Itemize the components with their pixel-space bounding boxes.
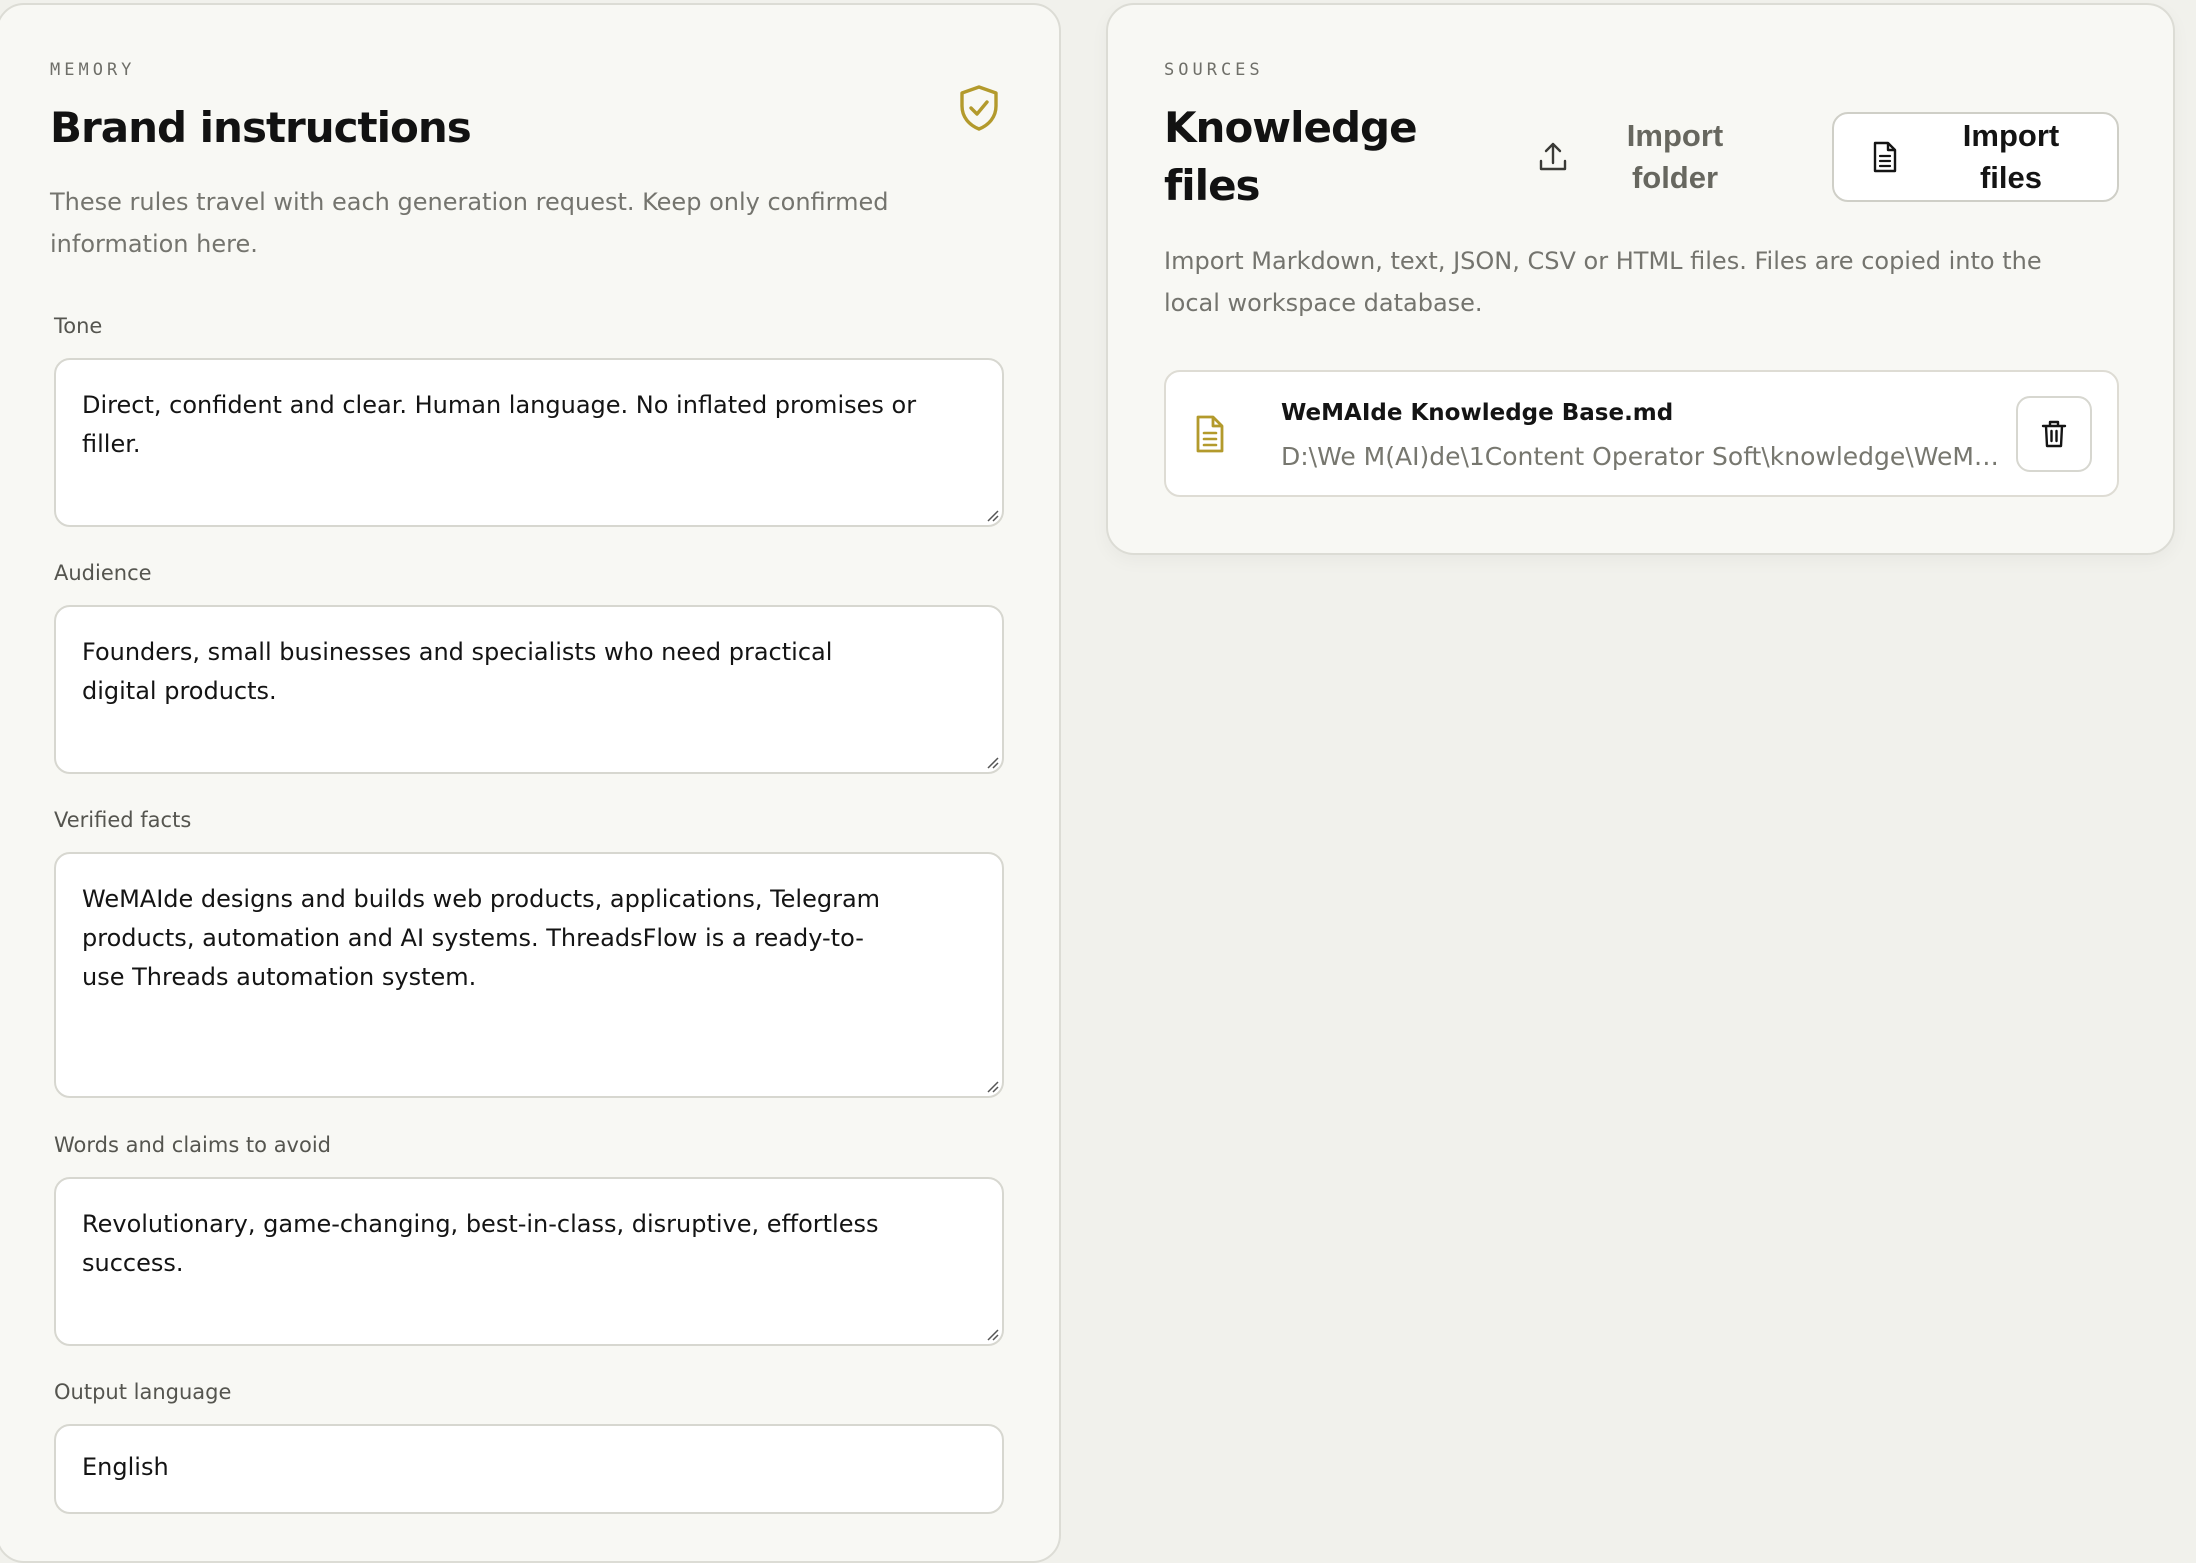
tone-value: Direct, confident and clear. Human langu… <box>82 391 917 458</box>
import-folder-label: Import folder <box>1626 118 1724 195</box>
delete-file-button[interactable] <box>2016 396 2092 472</box>
sources-description: Import Markdown, text, JSON, CSV or HTML… <box>1164 247 2042 317</box>
output-language-value: English <box>82 1453 169 1481</box>
knowledge-file-item[interactable]: WeMAIde Knowledge Base.md D:\We M(AI)de\… <box>1164 370 2119 497</box>
resize-handle-icon[interactable] <box>985 1327 999 1341</box>
avoid-textarea[interactable]: Revolutionary, game-changing, best-in-cl… <box>54 1177 1004 1346</box>
import-files-button[interactable]: Import files <box>1832 112 2119 202</box>
file-text-icon <box>1873 141 1897 173</box>
avoid-label: Words and claims to avoid <box>54 1133 331 1157</box>
memory-eyebrow: MEMORY <box>50 60 136 80</box>
upload-icon <box>1539 142 1567 171</box>
verified-facts-textarea[interactable]: WeMAIde designs and builds web products,… <box>54 852 1004 1098</box>
tone-textarea[interactable]: Direct, confident and clear. Human langu… <box>54 358 1004 527</box>
output-language-label: Output language <box>54 1380 232 1404</box>
output-language-input[interactable]: English <box>54 1424 1004 1514</box>
file-path: D:\We M(AI)de\1Content Operator Soft\kno… <box>1281 442 2001 471</box>
import-folder-button[interactable]: Import folder <box>1528 112 1758 202</box>
resize-handle-icon[interactable] <box>985 1079 999 1093</box>
memory-description: These rules travel with each generation … <box>50 188 889 258</box>
verified-facts-label: Verified facts <box>54 808 192 832</box>
shield-check-icon <box>960 85 998 131</box>
audience-textarea[interactable]: Founders, small businesses and specialis… <box>54 605 1004 774</box>
file-text-icon <box>1196 415 1224 453</box>
audience-label: Audience <box>54 561 152 585</box>
trash-icon <box>2041 420 2067 448</box>
file-name: WeMAIde Knowledge Base.md <box>1281 400 1674 426</box>
sources-title: Knowledge files <box>1164 103 1418 210</box>
resize-handle-icon[interactable] <box>985 755 999 769</box>
resize-handle-icon[interactable] <box>985 508 999 522</box>
import-files-label: Import files <box>1962 118 2060 195</box>
sources-eyebrow: SOURCES <box>1164 60 1264 80</box>
tone-label: Tone <box>54 314 103 338</box>
verified-facts-value: WeMAIde designs and builds web products,… <box>82 885 881 991</box>
audience-value: Founders, small businesses and specialis… <box>82 638 833 705</box>
memory-title: Brand instructions <box>50 103 472 152</box>
avoid-value: Revolutionary, game-changing, best-in-cl… <box>82 1210 879 1277</box>
